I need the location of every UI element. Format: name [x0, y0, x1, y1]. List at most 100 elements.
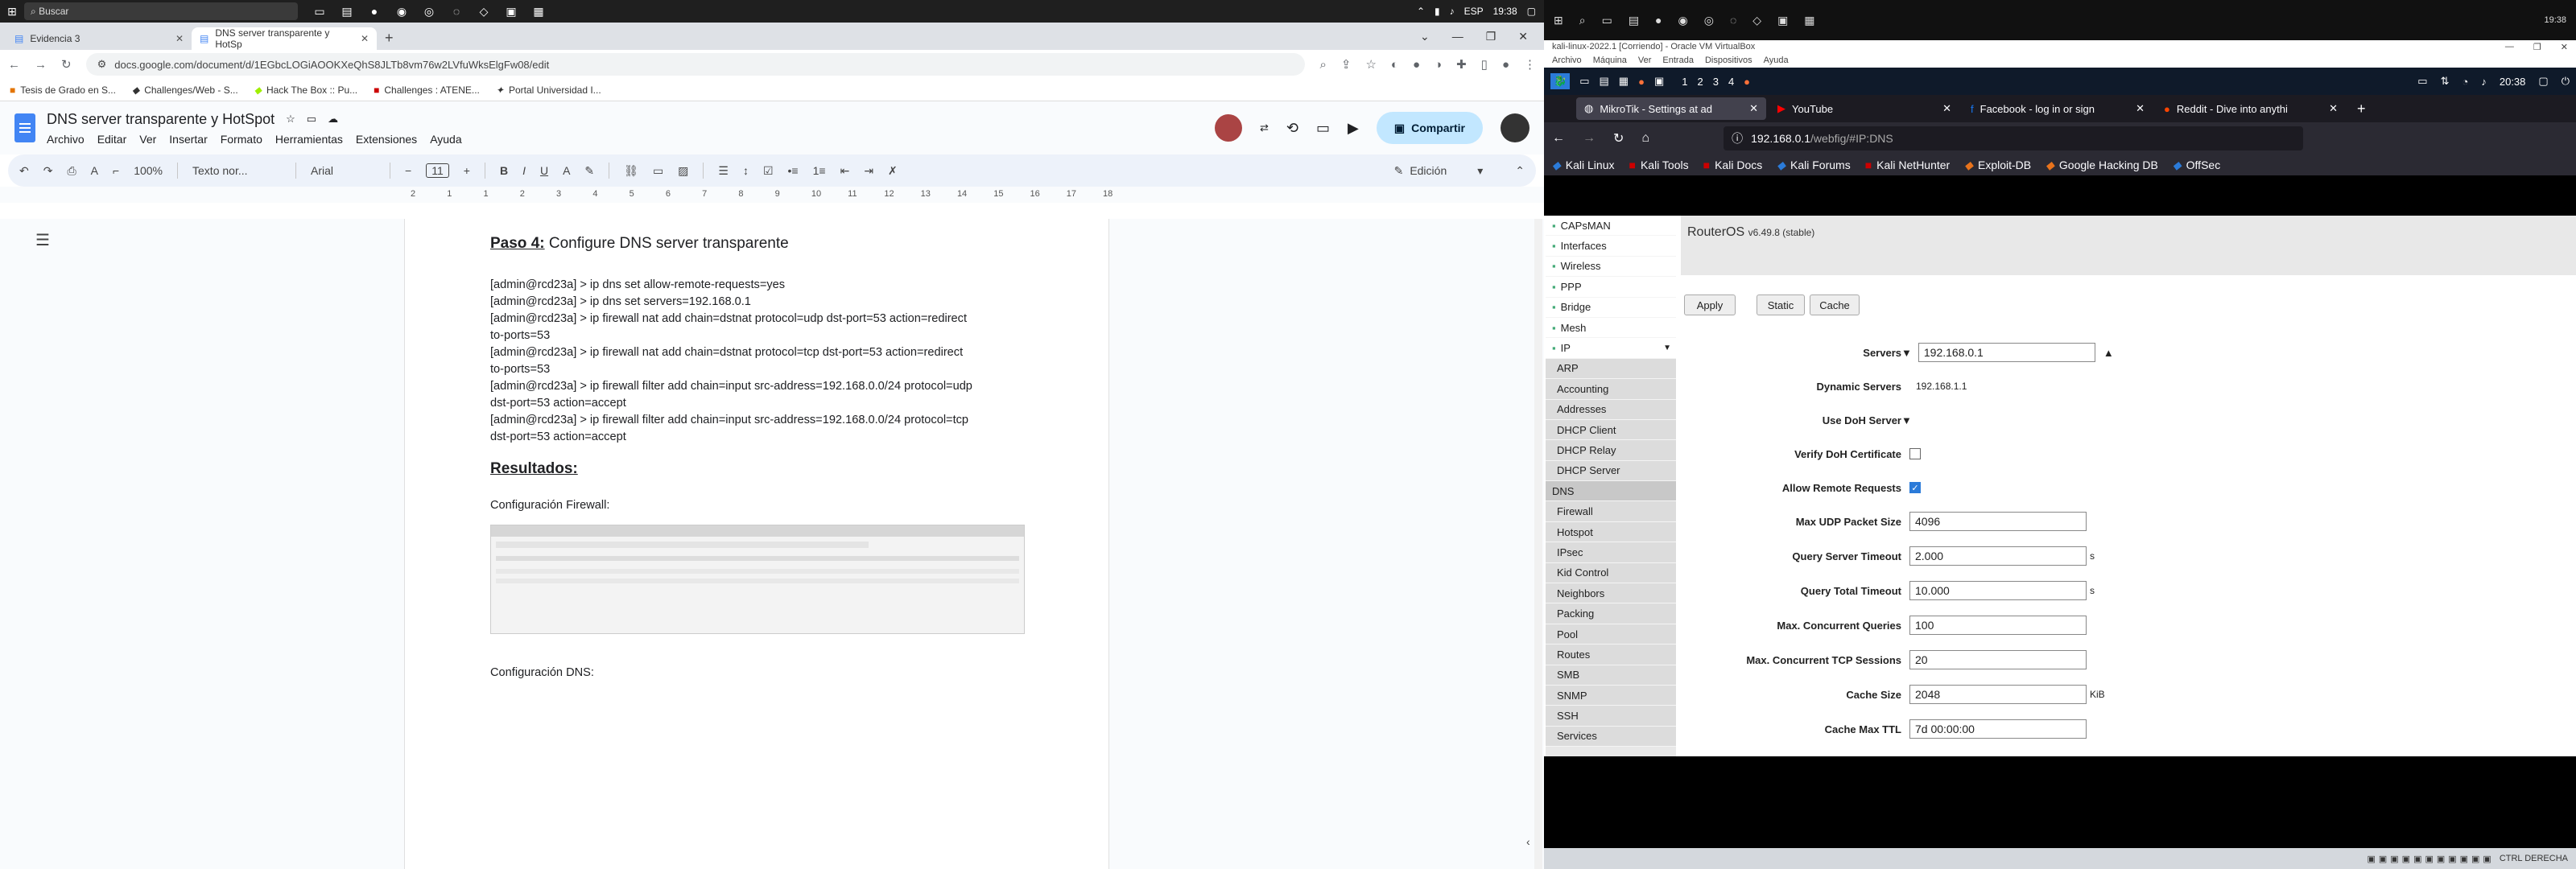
apply-button[interactable]: Apply: [1684, 294, 1736, 315]
maximize-icon[interactable]: ❐: [1486, 30, 1496, 43]
notification-icon[interactable]: ◔: [2462, 76, 2469, 88]
back-icon[interactable]: ←: [1552, 131, 1565, 146]
new-tab-button[interactable]: +: [377, 30, 402, 50]
bold-icon[interactable]: B: [500, 164, 508, 177]
site-info-icon[interactable]: ⚙: [97, 58, 107, 71]
folder-icon[interactable]: ▣: [1777, 14, 1788, 27]
bookmark-item[interactable]: ◆ Google Hacking DB: [2046, 159, 2158, 172]
sidebar-item-smb[interactable]: SMB: [1546, 665, 1676, 686]
servers-input[interactable]: 192.168.0.1: [1918, 343, 2095, 362]
history-icon[interactable]: ⟲: [1286, 120, 1298, 137]
kali-menu-icon[interactable]: 🐉: [1550, 73, 1571, 89]
close-icon[interactable]: ✕: [1518, 30, 1528, 43]
sidebar-item-hotspot[interactable]: Hotspot: [1546, 521, 1676, 543]
image-icon[interactable]: ▨: [678, 164, 688, 178]
align-icon[interactable]: ☰: [718, 164, 729, 178]
comments-icon[interactable]: ▭: [1316, 120, 1330, 137]
cache-size-input[interactable]: 2048: [1909, 685, 2087, 704]
bookmark-item[interactable]: ■ Kali Docs: [1703, 159, 1763, 171]
bookmark-item[interactable]: ◆ Exploit-DB: [1964, 159, 2031, 172]
activity-icon[interactable]: ⇄: [1260, 121, 1269, 134]
maximize-icon[interactable]: ❐: [2533, 42, 2541, 52]
reload-icon[interactable]: ↻: [1613, 130, 1624, 146]
cache-button[interactable]: Cache: [1810, 294, 1860, 315]
app-icon[interactable]: ◌: [443, 5, 470, 18]
sidebar-icon[interactable]: ▯: [1481, 57, 1488, 72]
firefox-icon[interactable]: ●: [1655, 14, 1662, 27]
chevron-up-icon[interactable]: ⌃: [1417, 6, 1425, 17]
discord-icon[interactable]: ◉: [1678, 14, 1688, 27]
sidebar-item-bridge[interactable]: ▪ Bridge: [1546, 297, 1676, 318]
clear-format-icon[interactable]: ✗: [888, 164, 898, 178]
allow-remote-checkbox[interactable]: ✓: [1909, 482, 1921, 493]
home-icon[interactable]: ⌂: [1641, 131, 1649, 146]
extension-icon[interactable]: ◐: [1391, 58, 1398, 72]
profile-avatar[interactable]: ●: [1502, 58, 1509, 72]
zoom-select[interactable]: 100%: [134, 164, 163, 177]
chevron-down-icon[interactable]: ⌄: [1420, 30, 1430, 43]
max-conc-queries-input[interactable]: 100: [1909, 616, 2087, 635]
chrome-tab-1[interactable]: ▤ Evidencia 3 ✕: [6, 27, 192, 50]
firefox-icon[interactable]: ●: [361, 5, 388, 18]
highlight-icon[interactable]: ✎: [584, 164, 594, 178]
notification-icon[interactable]: ▢: [1527, 6, 1536, 17]
sidebar-item-dhcp-relay[interactable]: DHCP Relay: [1546, 440, 1676, 461]
search-icon[interactable]: ⌕: [1579, 14, 1586, 27]
lock-icon[interactable]: ▢: [2538, 75, 2548, 88]
docs-logo-icon[interactable]: [14, 113, 35, 142]
indent-increase-icon[interactable]: ⇥: [864, 164, 873, 178]
share-icon[interactable]: ⇪: [1341, 57, 1352, 72]
desktop-icon[interactable]: ▭: [1579, 75, 1589, 88]
star-icon[interactable]: ☆: [1365, 57, 1376, 72]
extension-icon[interactable]: ●: [1413, 58, 1420, 72]
bookmark-item[interactable]: ◆ Kali Linux: [1552, 159, 1614, 172]
task-view-icon[interactable]: ▭: [1602, 14, 1612, 27]
firefox-icon[interactable]: ●: [1638, 76, 1645, 88]
zoom-icon[interactable]: ⌕: [1319, 58, 1326, 72]
sidebar-item-kid-control[interactable]: Kid Control: [1546, 562, 1676, 584]
sidebar-item-addresses[interactable]: Addresses: [1546, 399, 1676, 420]
minimize-icon[interactable]: —: [1452, 30, 1463, 43]
bookmark-item[interactable]: ✦ Portal Universidad I...: [496, 84, 601, 96]
collapse-panel-icon[interactable]: ‹: [1526, 835, 1530, 848]
tray-time[interactable]: 19:38: [1493, 6, 1517, 17]
firefox-tab-1[interactable]: ◍ MikroTik - Settings at ad ✕: [1576, 97, 1766, 120]
power-icon[interactable]: ⏻: [2562, 75, 2570, 88]
sidebar-item-dhcp-server[interactable]: DHCP Server: [1546, 460, 1676, 482]
share-button[interactable]: ▣ Compartir: [1376, 112, 1483, 144]
app-icon[interactable]: ◌: [1730, 14, 1736, 27]
vbox-menu-archivo[interactable]: Archivo: [1552, 56, 1582, 65]
document-page[interactable]: Paso 4: Configure DNS server transparent…: [404, 219, 1109, 869]
bookmark-item[interactable]: ◆ Challenges/Web - S...: [132, 84, 238, 96]
sidebar-item-ipsec[interactable]: IPsec: [1546, 542, 1676, 563]
minimize-icon[interactable]: —: [2505, 42, 2514, 51]
bookmark-item[interactable]: ◆ Hack The Box :: Pu...: [254, 84, 357, 96]
bookmark-item[interactable]: ■ Tesis de Grado en S...: [10, 84, 116, 96]
workspace-4[interactable]: 4: [1728, 76, 1734, 88]
windows-start-icon[interactable]: ⊞: [0, 5, 24, 19]
sidebar-item-packing[interactable]: Packing: [1546, 603, 1676, 624]
chrome-icon[interactable]: ◎: [415, 5, 443, 19]
virtualbox-icon[interactable]: ◇: [470, 5, 497, 19]
sidebar-item-snmp[interactable]: SNMP: [1546, 685, 1676, 706]
query-server-timeout-input[interactable]: 2.000: [1909, 546, 2087, 566]
close-icon[interactable]: ✕: [2329, 102, 2338, 115]
sidebar-item-ip[interactable]: ▪ IP ▼: [1546, 338, 1676, 359]
close-icon[interactable]: ✕: [2561, 42, 2568, 52]
terminal-icon[interactable]: ▣: [1654, 75, 1664, 88]
bookmark-item[interactable]: ■ Kali NetHunter: [1865, 159, 1951, 171]
menu-archivo[interactable]: Archivo: [47, 133, 85, 146]
bookmark-item[interactable]: ■ Challenges : ATENE...: [374, 84, 480, 96]
move-folder-icon[interactable]: ▭: [307, 113, 316, 126]
font-size-input[interactable]: 11: [426, 163, 449, 178]
windows-start-icon[interactable]: ⊞: [1554, 14, 1563, 27]
workspace-1[interactable]: 1: [1682, 76, 1687, 88]
text-color-icon[interactable]: A: [563, 164, 570, 177]
font-select[interactable]: Arial: [311, 164, 375, 177]
vbox-menu-maquina[interactable]: Máquina: [1593, 56, 1627, 65]
chevron-up-icon[interactable]: ⌃: [1515, 164, 1525, 178]
sidebar-item-capsman[interactable]: ▪ CAPsMAN: [1546, 216, 1676, 237]
kali-time[interactable]: 20:38: [2500, 76, 2526, 88]
menu-ver[interactable]: Ver: [139, 133, 156, 146]
close-icon[interactable]: ✕: [1749, 102, 1758, 115]
